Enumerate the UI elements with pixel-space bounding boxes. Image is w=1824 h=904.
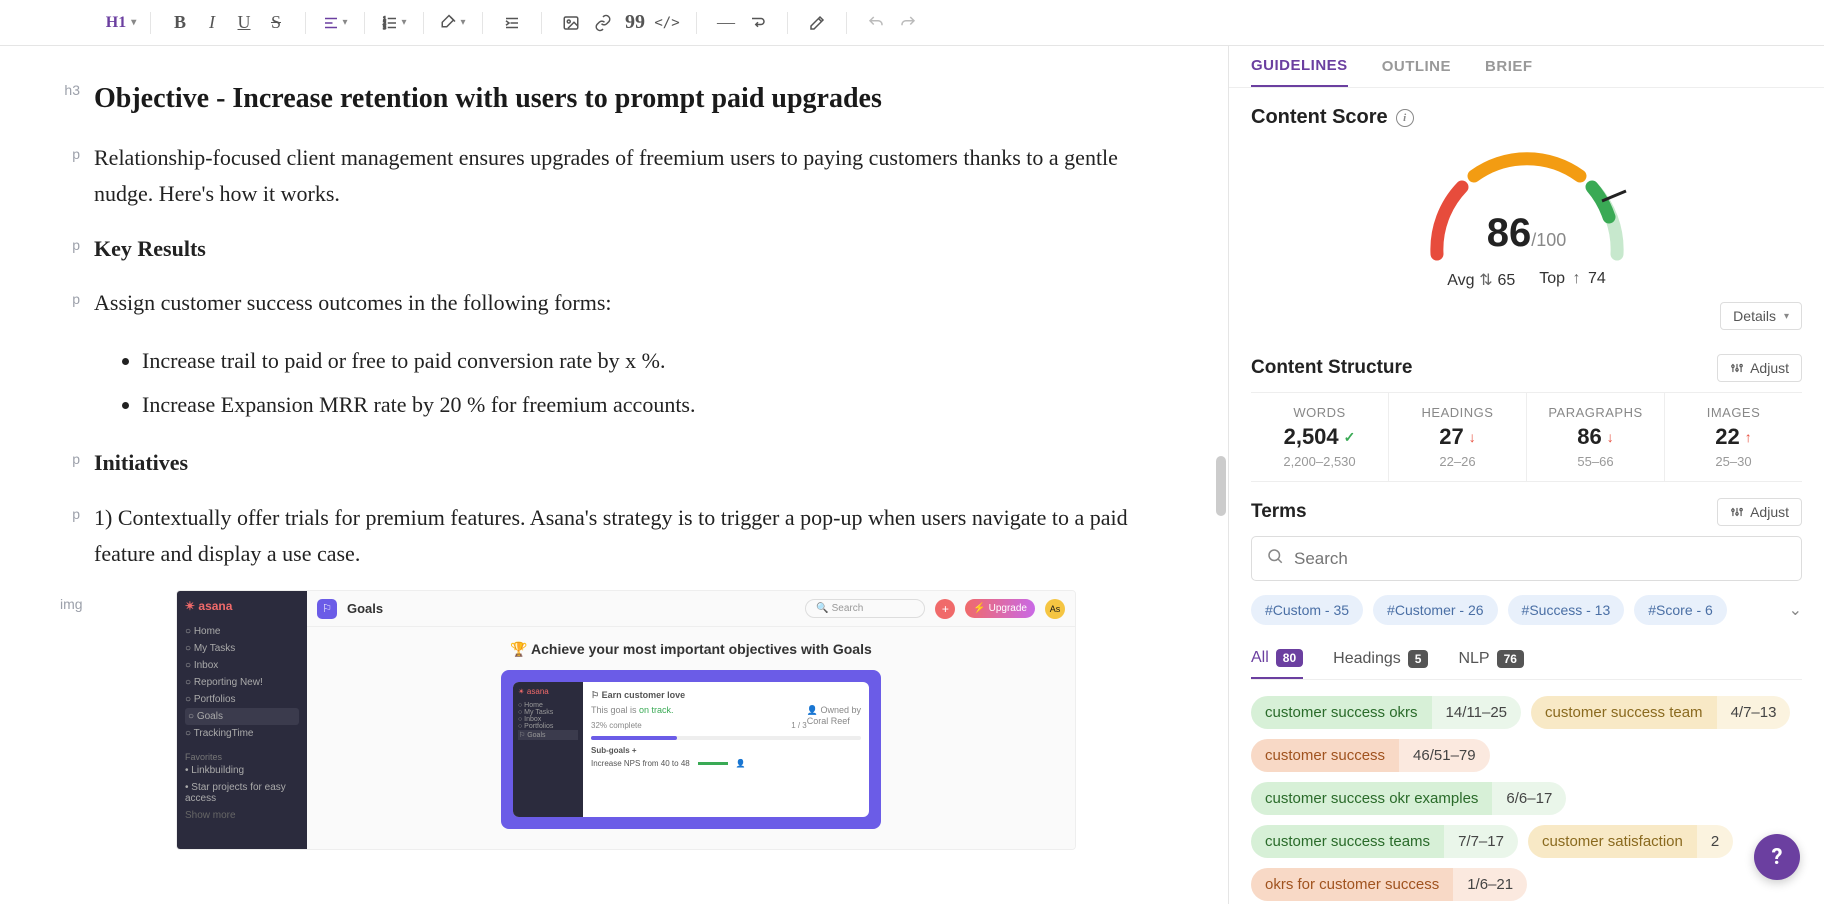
term-chip[interactable]: customer success teams7/7–17 [1251, 825, 1518, 858]
term-tab-all[interactable]: All80 [1251, 639, 1303, 679]
editor-block[interactable]: h3Objective - Increase retention with us… [60, 76, 1158, 122]
expand-filters-icon[interactable]: ⌄ [1789, 600, 1802, 620]
term-chip[interactable]: customer success okrs14/11–25 [1251, 696, 1521, 729]
italic-button[interactable]: I [197, 8, 227, 38]
block-content[interactable]: Assign customer success outcomes in the … [94, 285, 1158, 321]
terms-search-input[interactable] [1294, 549, 1787, 569]
underline-button[interactable]: U [229, 8, 259, 38]
list-item[interactable]: Increase Expansion MRR rate by 20 % for … [142, 383, 1158, 427]
term-chip[interactable]: customer success team4/7–13 [1531, 696, 1790, 729]
structure-words: WORDS2,504✓2,200–2,530 [1251, 393, 1389, 481]
score-gauge: 86/100 [1412, 139, 1642, 264]
filter-tag[interactable]: #Score - 6 [1634, 595, 1727, 625]
list-picker[interactable]: 123 ▾ [379, 8, 409, 38]
editor-block[interactable]: pRelationship-focused client management … [60, 140, 1158, 213]
details-button[interactable]: Details▾ [1720, 302, 1802, 330]
structure-headings: HEADINGS27↓22–26 [1389, 393, 1527, 481]
block-tag: p [60, 231, 94, 253]
editor-block[interactable]: pAssign customer success outcomes in the… [60, 285, 1158, 321]
block-tag: p [60, 140, 94, 162]
panel-tab-brief[interactable]: BRIEF [1485, 47, 1533, 86]
block-tag: p [60, 500, 94, 522]
link-button[interactable] [588, 8, 618, 38]
heading-picker[interactable]: H1▾ [106, 8, 136, 38]
block-content[interactable]: Increase trail to paid or free to paid c… [94, 339, 1158, 427]
code-button[interactable]: </> [652, 8, 682, 38]
block-content[interactable]: Relationship-focused client management e… [94, 140, 1158, 213]
adjust-structure-button[interactable]: Adjust [1717, 354, 1802, 382]
strike-button[interactable]: S [261, 8, 291, 38]
block-content[interactable]: Objective - Increase retention with user… [94, 76, 1158, 122]
info-icon[interactable]: i [1396, 109, 1414, 127]
block-content[interactable]: 1) Contextually offer trials for premium… [94, 500, 1158, 573]
help-fab[interactable]: ? [1754, 834, 1800, 880]
sidebar-panel: GUIDELINES OUTLINE BRIEF Content Score i [1228, 46, 1824, 904]
block-tag: p [60, 445, 94, 467]
undo-button[interactable] [861, 8, 891, 38]
editor-area: h3Objective - Increase retention with us… [0, 46, 1228, 904]
indent-button[interactable] [497, 8, 527, 38]
clear-format-button[interactable] [802, 8, 832, 38]
block-tag: img [60, 590, 94, 850]
term-chip[interactable]: okrs for customer success1/6–21 [1251, 868, 1527, 901]
image-button[interactable] [556, 8, 586, 38]
term-chip[interactable]: customer success okr examples6/6–17 [1251, 782, 1566, 815]
editor-toolbar: H1▾ B I U S ▾ 123 ▾ ▾ [0, 0, 1824, 46]
block-tag [60, 339, 94, 345]
filter-tag[interactable]: #Customer - 26 [1373, 595, 1497, 625]
score-value: 86 [1487, 211, 1532, 255]
term-tab-nlp[interactable]: NLP76 [1458, 640, 1523, 678]
align-picker[interactable]: ▾ [320, 8, 350, 38]
panel-tab-guidelines[interactable]: GUIDELINES [1251, 46, 1348, 87]
bold-button[interactable]: B [165, 8, 195, 38]
structure-images: IMAGES22↑25–30 [1665, 393, 1802, 481]
scrollbar-thumb[interactable] [1216, 456, 1226, 516]
block-content[interactable]: Initiatives [94, 445, 1158, 481]
search-icon [1266, 547, 1284, 570]
term-chip[interactable]: customer satisfaction2 [1528, 825, 1733, 858]
editor-block[interactable]: pInitiatives [60, 445, 1158, 481]
adjust-terms-button[interactable]: Adjust [1717, 498, 1802, 526]
panel-tab-outline[interactable]: OUTLINE [1382, 47, 1451, 86]
svg-text:3: 3 [384, 25, 387, 31]
content-score-title: Content Score i [1251, 106, 1802, 129]
term-chip[interactable]: customer success46/51–79 [1251, 739, 1490, 772]
structure-paragraphs: PARAGRAPHS86↓55–66 [1527, 393, 1665, 481]
term-tab-headings[interactable]: Headings5 [1333, 640, 1428, 678]
editor-block[interactable]: p1) Contextually offer trials for premiu… [60, 500, 1158, 573]
structure-title: Content Structure [1251, 357, 1413, 379]
hr-button[interactable]: — [711, 8, 741, 38]
block-tag: p [60, 285, 94, 307]
image-block[interactable]: img ✴ asana ○ Home○ My Tasks○ Inbox○ Rep… [60, 590, 1158, 850]
wrap-button[interactable] [743, 8, 773, 38]
block-tag: h3 [60, 76, 94, 98]
quote-button[interactable]: 99 [620, 8, 650, 38]
score-stats: Avg ⇅ 65 Top ↑ 74 [1447, 270, 1605, 290]
redo-button[interactable] [893, 8, 923, 38]
highlight-picker[interactable]: ▾ [438, 8, 468, 38]
terms-title: Terms [1251, 501, 1307, 523]
editor-block[interactable]: pKey Results [60, 231, 1158, 267]
filter-tag[interactable]: #Success - 13 [1508, 595, 1625, 625]
editor-block[interactable]: Increase trail to paid or free to paid c… [60, 339, 1158, 427]
filter-tag[interactable]: #Custom - 35 [1251, 595, 1363, 625]
terms-search[interactable] [1251, 536, 1802, 581]
block-content[interactable]: Key Results [94, 231, 1158, 267]
asana-screenshot: ✴ asana ○ Home○ My Tasks○ Inbox○ Reporti… [176, 590, 1076, 850]
list-item[interactable]: Increase trail to paid or free to paid c… [142, 339, 1158, 383]
